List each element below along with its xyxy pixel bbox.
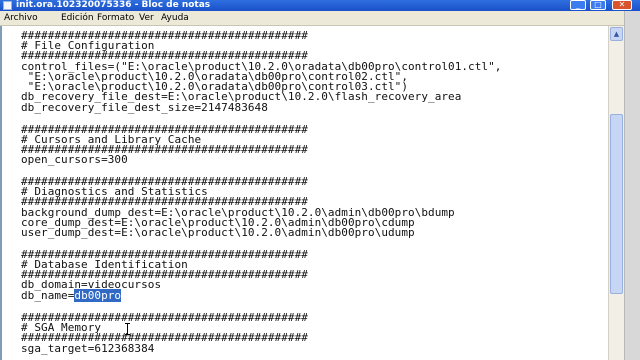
editor-line: user_dump_dest=E:\oracle\product\10.2.0\… xyxy=(21,226,415,239)
title-bar[interactable]: init.ora.102320075336 - Bloc de notas _ … xyxy=(0,0,640,11)
editor-line: sga_target=612368384 xyxy=(21,342,155,355)
vertical-scrollbar[interactable]: ▲ xyxy=(608,26,624,360)
scrollbar-thumb[interactable] xyxy=(610,114,623,294)
menu-edicion[interactable]: Edición xyxy=(61,11,94,26)
editor-line: db_recovery_file_dest_size=2147483648 xyxy=(21,101,268,114)
window-title: init.ora.102320075336 - Bloc de notas xyxy=(16,0,211,10)
menu-ver[interactable]: Ver xyxy=(139,11,154,26)
selected-text[interactable]: db00pro xyxy=(74,289,122,302)
menu-ayuda[interactable]: Ayuda xyxy=(161,11,189,26)
background-window-edge xyxy=(624,11,640,360)
line-prefix: db_name= xyxy=(21,289,75,302)
text-editor-area[interactable]: ########################################… xyxy=(0,26,608,360)
minimize-button[interactable]: _ xyxy=(570,0,586,10)
editor-line: open_cursors=300 xyxy=(21,153,128,166)
editor-line: db_name=db00pro xyxy=(21,289,122,302)
menu-archivo[interactable]: Archivo xyxy=(4,11,38,26)
ibeam-cursor-icon xyxy=(125,323,130,335)
maximize-button[interactable]: □ xyxy=(590,0,606,10)
menu-bar: Archivo Edición Formato Ver Ayuda xyxy=(0,11,640,26)
menu-formato[interactable]: Formato xyxy=(97,11,134,26)
close-button[interactable]: ✕ xyxy=(612,0,632,10)
scroll-up-arrow-icon[interactable]: ▲ xyxy=(610,27,623,41)
notepad-icon xyxy=(3,1,12,10)
